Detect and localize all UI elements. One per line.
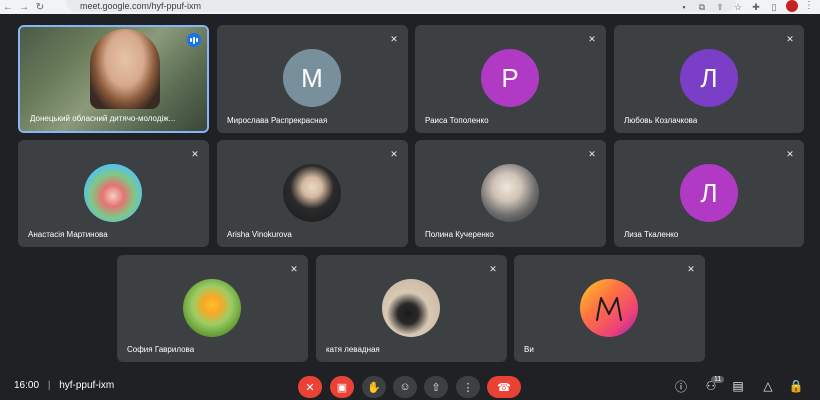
present-screen-button[interactable]: ⇧ (424, 376, 448, 398)
participant-tile[interactable]: ✕ М Мирослава Распрекрасная (217, 25, 408, 133)
speaking-indicator-icon (187, 33, 201, 47)
raise-hand-button[interactable]: ✋ (362, 376, 386, 398)
reload-icon[interactable]: ↻ (32, 0, 48, 14)
reactions-button[interactable]: ☺ (393, 376, 417, 398)
extensions-puzzle-icon[interactable]: ✚ (750, 2, 762, 12)
bookmark-star-icon[interactable]: ☆ (732, 2, 744, 12)
participant-tile[interactable]: ✕ Анастасія Мартинова (18, 140, 209, 247)
translate-icon[interactable]: ⧉ (696, 2, 708, 12)
participant-tile[interactable]: ✕ София Гаврилова (117, 255, 308, 362)
participant-avatar: М (283, 49, 341, 107)
mic-off-icon: ✕ (305, 381, 315, 394)
participant-name: Любовь Козлачкова (624, 116, 698, 125)
participant-name: София Гаврилова (127, 345, 195, 354)
participant-name: Раиса Тополенко (425, 116, 489, 125)
mic-off-icon: ✕ (786, 148, 794, 159)
participant-count-badge: 11 (711, 376, 725, 383)
camera-toggle-button[interactable]: ▣ (330, 376, 354, 398)
participant-avatar-photo (481, 164, 539, 222)
url-text: meet.google.com/hyf-ppuf-ixm (80, 1, 202, 11)
browser-menu-icon[interactable]: ⋮ (804, 0, 814, 11)
mic-off-icon: ✕ (290, 263, 298, 274)
mic-toggle-button[interactable]: ✕ (298, 376, 322, 398)
participant-tile[interactable]: ✕ Л Лиза Ткаленко (614, 140, 804, 247)
meeting-details-icon[interactable]: ⓘ (673, 378, 689, 394)
hand-icon: ✋ (367, 381, 381, 394)
participant-name: Мирослава Распрекрасная (227, 116, 328, 125)
participant-tile[interactable]: ✕ Ви (514, 255, 705, 362)
mic-off-icon: ✕ (588, 33, 596, 44)
present-icon: ⇧ (431, 381, 441, 394)
side-panel-icon[interactable]: ▯ (768, 2, 780, 12)
participant-tile[interactable]: Донецький обласний дитячо-молодіж... (18, 25, 209, 133)
participant-name: Лиза Ткаленко (624, 230, 679, 239)
leave-call-button[interactable]: ☎ (487, 376, 521, 398)
meeting-info: 16:00 | hyf-ppuf-ixm (14, 380, 114, 391)
people-icon[interactable]: ⚇ 11 (703, 376, 725, 394)
meeting-controls-bar: 16:00 | hyf-ppuf-ixm ✕ ▣ ✋ ☺ ⇧ ⋮ ☎ ⓘ ⚇ 11… (0, 370, 820, 400)
more-options-button[interactable]: ⋮ (456, 376, 480, 398)
participant-avatar: Л (680, 49, 738, 107)
mic-off-icon: ✕ (390, 33, 398, 44)
meeting-code: hyf-ppuf-ixm (59, 380, 115, 391)
signature-m-icon (596, 297, 622, 321)
hang-up-icon: ☎ (497, 381, 511, 394)
participant-name: Полина Кучеренко (425, 230, 494, 239)
participant-avatar-photo (84, 164, 142, 222)
mic-off-icon: ✕ (588, 148, 596, 159)
activities-icon[interactable]: △ (760, 378, 776, 394)
mic-off-icon: ✕ (687, 263, 695, 274)
camera-indicator-icon[interactable]: ▪ (678, 2, 690, 12)
meeting-info-separator: | (47, 380, 51, 391)
back-icon[interactable]: ← (0, 0, 16, 14)
emoji-icon: ☺ (399, 381, 411, 393)
participant-tile[interactable]: ✕ Р Раиса Тополенко (415, 25, 606, 133)
participant-name: Донецький обласний дитячо-молодіж... (30, 114, 176, 123)
host-controls-lock-icon[interactable]: 🔒 (788, 378, 804, 394)
participant-name: Ви (524, 345, 534, 354)
more-vertical-icon: ⋮ (462, 381, 474, 394)
participant-avatar-photo (283, 164, 341, 222)
participant-tile[interactable]: ✕ Л Любовь Козлачкова (614, 25, 804, 133)
share-icon[interactable]: ⇪ (714, 2, 726, 12)
participant-avatar-photo (183, 279, 241, 337)
mic-off-icon: ✕ (489, 263, 497, 274)
browser-toolbar: ← → ↻ meet.google.com/hyf-ppuf-ixm ▪ ⧉ ⇪… (0, 0, 820, 14)
participant-tile[interactable]: ✕ Полина Кучеренко (415, 140, 606, 247)
profile-avatar[interactable] (786, 0, 798, 12)
participant-name: катя левадная (326, 345, 380, 354)
mic-off-icon: ✕ (786, 33, 794, 44)
participant-avatar: Р (481, 49, 539, 107)
participant-name: Arisha Vinokurova (227, 230, 292, 239)
camera-off-icon: ▣ (336, 381, 348, 394)
participant-name: Анастасія Мартинова (28, 230, 108, 239)
forward-icon[interactable]: → (16, 0, 32, 14)
mic-off-icon: ✕ (191, 148, 199, 159)
participant-tile[interactable]: ✕ катя левадная (316, 255, 507, 362)
mic-off-icon: ✕ (390, 148, 398, 159)
participant-video-person (90, 29, 160, 109)
chat-icon[interactable]: ▤ (730, 378, 746, 394)
address-bar[interactable]: meet.google.com/hyf-ppuf-ixm (66, 0, 736, 12)
participant-avatar: Л (680, 164, 738, 222)
participant-tile[interactable]: ✕ Arisha Vinokurova (217, 140, 408, 247)
participant-avatar-photo (382, 279, 440, 337)
meeting-time: 16:00 (14, 380, 40, 391)
participant-avatar-photo (580, 279, 638, 337)
